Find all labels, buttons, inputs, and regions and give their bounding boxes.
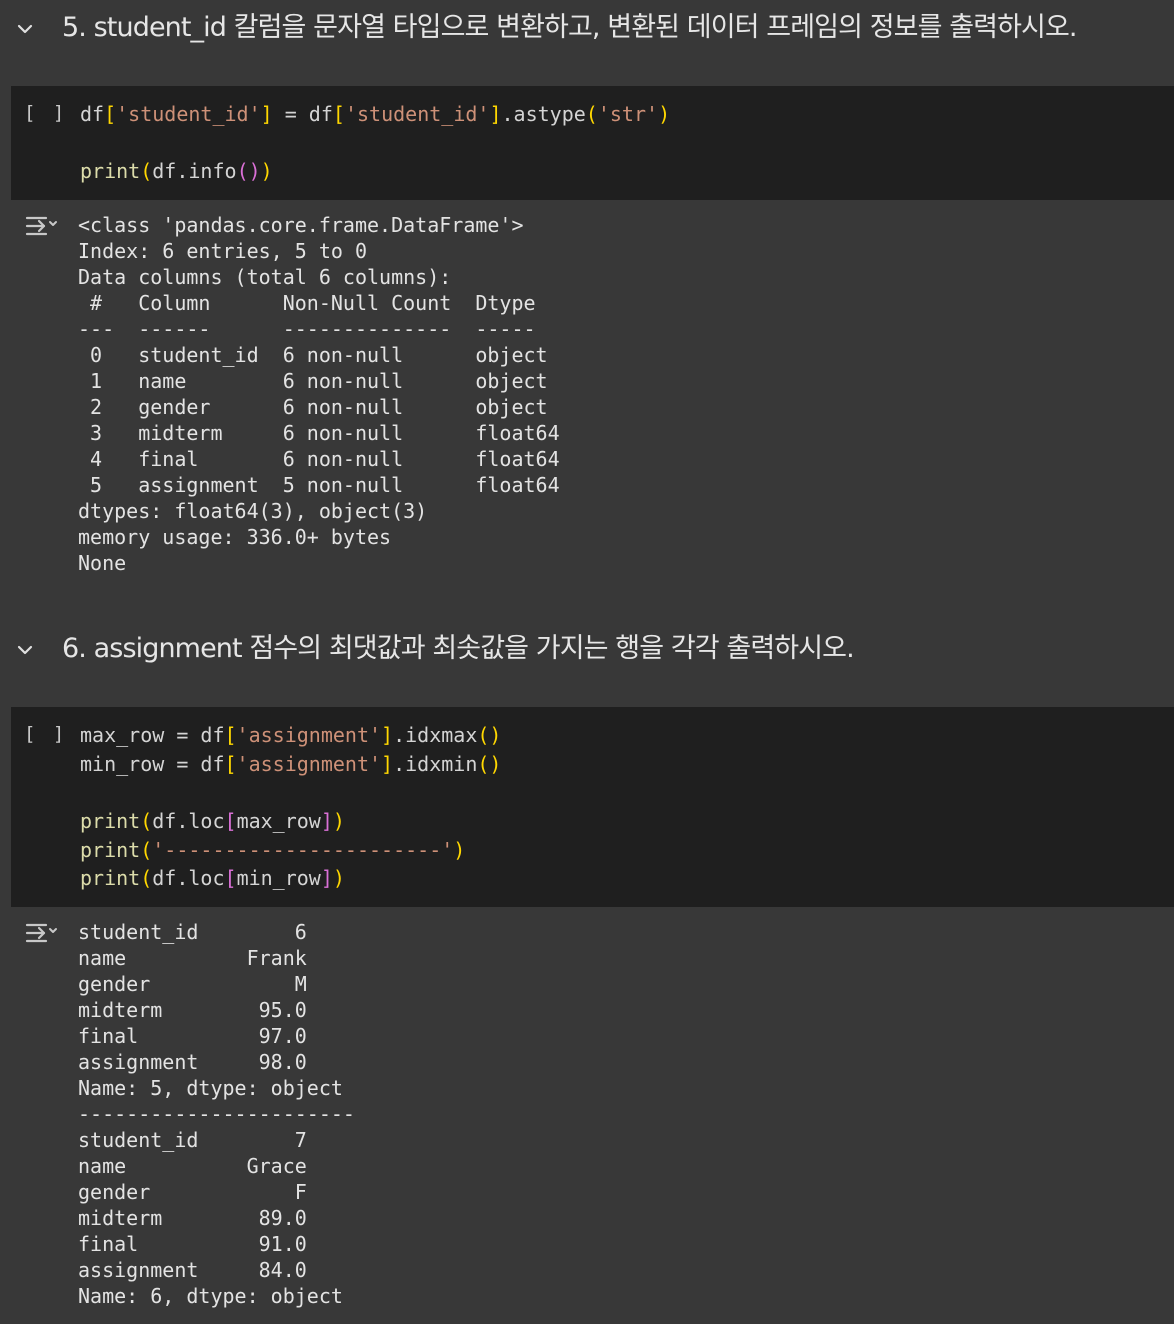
code-line[interactable]: print('-----------------------') [80,836,465,864]
code-token: ] [381,752,394,776]
output-toggle-icon[interactable] [24,212,60,242]
code-token: () [236,159,261,183]
section-header-6: 6. assignment 점수의 최댓값과 최솟값을 가지는 행을 각각 출력… [0,629,1174,669]
code-token: 'student_id' [344,102,490,126]
code-token: ) [260,159,273,183]
chevron-down-icon[interactable] [14,18,36,40]
code-token: ] [381,723,394,747]
code-token: ) [332,866,345,890]
output-line: Data columns (total 6 columns): [78,265,452,289]
code-token: ( [585,102,598,126]
code-line[interactable]: print(df.loc[min_row]) [80,864,345,892]
output-line: 4 final 6 non-null float64 [78,447,560,471]
output-line: Name: 6, dtype: object [78,1284,343,1308]
code-token: df.info [152,159,237,183]
output-line: 0 student_id 6 non-null object [78,343,560,367]
code-token: .idxmin [393,752,478,776]
code-token: print [80,866,141,890]
code-line[interactable]: print(df.info()) [80,157,273,185]
output-line: final 97.0 [78,1024,307,1048]
code-token: max_row [236,809,321,833]
output-toggle-icon[interactable] [24,919,60,949]
cell-output: <class 'pandas.core.frame.DataFrame'> Ind… [0,200,1174,590]
code-token: df [80,102,105,126]
output-line: ----------------------- [78,1102,355,1126]
output-line: dtypes: float64(3), object(3) [78,499,428,523]
code-token: [ [104,102,117,126]
output-line: assignment 84.0 [78,1258,307,1282]
output-line: gender M [78,972,307,996]
code-token: [ [224,809,237,833]
code-token: ( [140,159,153,183]
output-line: 2 gender 6 non-null object [78,395,560,419]
code-token: () [477,723,502,747]
code-token: [ [224,866,237,890]
cell-output: student_id 6 name Frank gender Mmidterm 95… [0,907,1174,1324]
code-token: 'assignment' [236,752,382,776]
code-token: df.loc [152,866,225,890]
output-line: Name: 5, dtype: object [78,1076,343,1100]
run-cell-button[interactable]: [ ] [24,723,67,745]
code-token: ) [332,809,345,833]
output-line: 1 name 6 non-null object [78,369,560,393]
code-line[interactable]: max_row = df['assignment'].idxmax() [80,721,501,749]
output-line: None [78,551,127,575]
output-line: student_id 6 [78,920,307,944]
code-token: ) [658,102,671,126]
code-token: [ [224,752,237,776]
output-line: --- ------ -------------- ----- [78,317,560,341]
code-token: ( [140,809,153,833]
code-token: 'assignment' [236,723,382,747]
output-line: gender F [78,1180,307,1204]
section-title: 6. assignment 점수의 최댓값과 최솟값을 가지는 행을 각각 출력… [62,633,855,664]
code-token: ] [320,809,333,833]
code-token: ] [320,866,333,890]
code-cell[interactable]: [ ] df['student_id'] = df['student_id'].… [11,86,1174,200]
code-token: print [80,809,141,833]
chevron-down-icon[interactable] [14,639,36,661]
code-token: [ [332,102,345,126]
code-token: min_row [236,866,321,890]
output-line: name Frank [78,946,307,970]
run-cell-button[interactable]: [ ] [24,102,67,124]
output-line: 3 midterm 6 non-null float64 [78,421,560,445]
output-line: midterm 89.0 [78,1206,307,1230]
code-token: ) [453,837,466,862]
output-line: name Grace [78,1154,307,1178]
output-line: <class 'pandas.core.frame.DataFrame'> [78,213,524,237]
output-line: # Column Non-Null Count Dtype [78,291,560,315]
code-token: df.loc [152,809,225,833]
section-title: 5. student_id 칼럼을 문자열 타입으로 변환하고, 변환된 데이터… [62,12,1077,43]
code-token: min_row = df [80,752,225,776]
code-token: 'student_id' [116,102,261,126]
code-token: () [477,752,502,776]
code-token: .idxmax [393,723,478,747]
code-token: print [80,159,141,183]
code-token: ] [260,102,273,126]
output-line: midterm 95.0 [78,998,307,1022]
output-line: final 91.0 [78,1232,307,1256]
code-token: print [80,837,141,862]
code-line[interactable]: min_row = df['assignment'].idxmin() [80,750,501,778]
code-line[interactable]: print(df.loc[max_row]) [80,807,345,835]
code-token: ] [489,102,502,126]
code-token: 'str' [597,102,659,126]
code-token: [ [224,723,237,747]
code-token: = df [272,102,333,126]
output-line: memory usage: 336.0+ bytes [78,525,392,549]
code-cell[interactable]: [ ] max_row = df['assignment'].idxmax() m… [11,707,1174,907]
output-line: Index: 6 entries, 5 to 0 [78,239,367,263]
code-line[interactable]: df['student_id'] = df['student_id'].asty… [80,100,670,128]
code-token: ( [140,837,153,862]
output-line: 5 assignment 5 non-null float64 [78,473,560,497]
output-line: assignment 98.0 [78,1050,307,1074]
code-token: ( [140,866,153,890]
code-token: max_row = df [80,723,225,747]
section-header-5: 5. student_id 칼럼을 문자열 타입으로 변환하고, 변환된 데이터… [0,8,1174,48]
code-token: .astype [501,102,586,126]
code-token: '-----------------------' [152,837,454,862]
output-line: student_id 7 [78,1128,307,1152]
